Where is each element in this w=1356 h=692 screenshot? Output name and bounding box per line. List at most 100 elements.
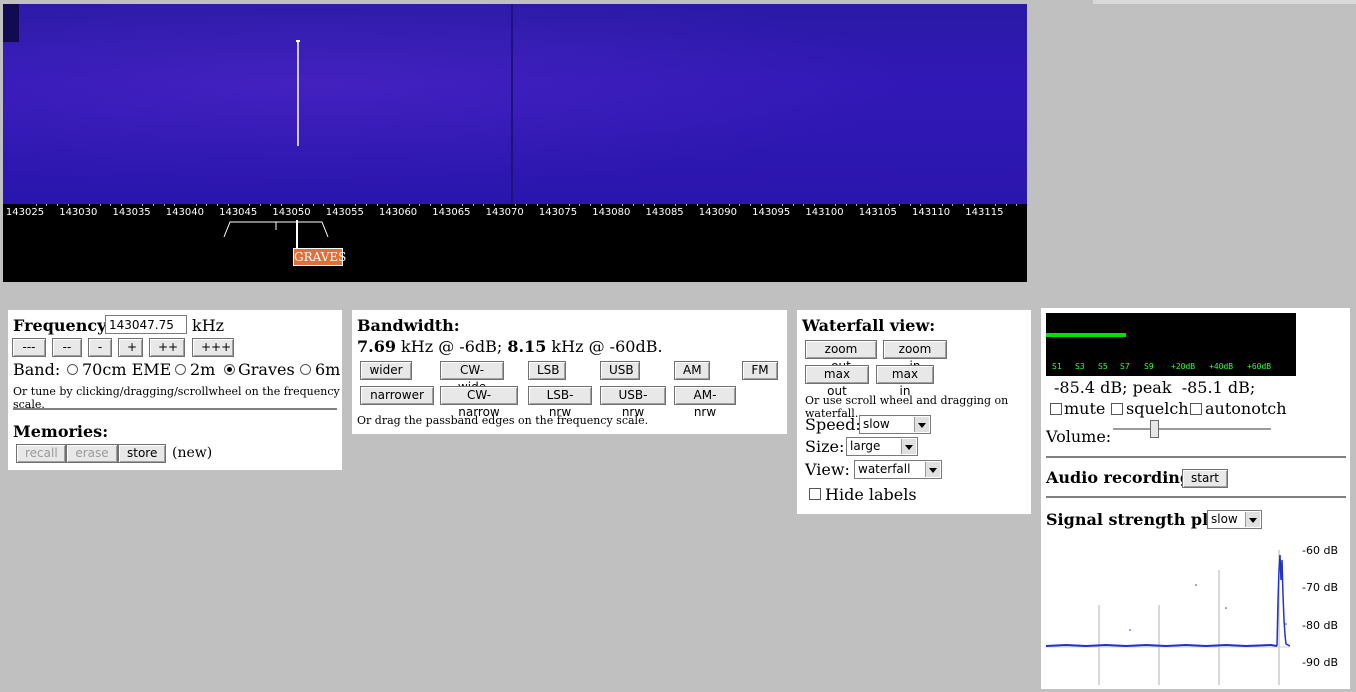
- band-graves-radio[interactable]: [224, 364, 235, 375]
- plot-dot-4: [1285, 623, 1287, 625]
- audio-recording-label: Audio recording:: [1046, 468, 1197, 487]
- view-select[interactable]: waterfall: [854, 460, 942, 479]
- max-in-button[interactable]: max in: [876, 365, 934, 398]
- scale-minor-tick: [707, 204, 709, 206]
- frequency-input[interactable]: [105, 315, 187, 334]
- passband-indicator[interactable]: [222, 220, 330, 238]
- scale-minor-tick: [920, 204, 922, 206]
- scale-tick-label: 143105: [858, 207, 897, 218]
- scale-minor-tick: [494, 204, 496, 206]
- frequency-panel: Frequency: kHz --- -- - + ++ +++ Band: 7…: [8, 310, 342, 470]
- signal-plot-graph: [1045, 550, 1291, 685]
- scale-minor-tick: [430, 204, 432, 206]
- memory-status: (new): [172, 445, 213, 461]
- scale-minor-tick: [526, 204, 528, 206]
- hide-labels-label: Hide labels: [825, 485, 917, 504]
- s-meter-label: S5: [1098, 362, 1108, 371]
- am-button[interactable]: AM: [674, 361, 710, 380]
- frequency-scale[interactable]: 143025 143030 143035 143040 143045 143050 1430…: [3, 204, 1029, 282]
- scale-minor-tick: [899, 204, 901, 206]
- hide-labels-checkbox[interactable]: [809, 488, 821, 500]
- step-up-2-button[interactable]: ++: [149, 338, 185, 357]
- db-label-70: -70 dB: [1302, 581, 1338, 594]
- scale-minor-tick: [675, 204, 677, 206]
- waterfall-center-line: [511, 4, 513, 204]
- scale-minor-tick: [334, 204, 336, 206]
- scale-minor-tick: [110, 204, 112, 206]
- usb-button[interactable]: USB: [600, 361, 640, 380]
- scale-minor-tick: [99, 204, 101, 206]
- squelch-checkbox[interactable]: [1111, 403, 1123, 415]
- scale-tick-label: 143025: [5, 207, 45, 218]
- narrower-button[interactable]: narrower: [360, 386, 434, 405]
- band-70cm-radio[interactable]: [67, 364, 78, 375]
- autonotch-checkbox[interactable]: [1190, 403, 1202, 415]
- store-button[interactable]: store: [118, 444, 166, 463]
- s-meter-label: +20dB: [1171, 362, 1196, 371]
- band-2m-radio[interactable]: [175, 364, 186, 375]
- max-out-button[interactable]: max out: [805, 365, 869, 398]
- scale-minor-tick: [963, 204, 965, 206]
- waterfall-display[interactable]: [3, 4, 1027, 204]
- scale-minor-tick: [760, 204, 762, 206]
- step-up-3-button[interactable]: +++: [192, 338, 234, 357]
- scale-tick-label: 143090: [698, 207, 737, 218]
- band-6m-radio[interactable]: [300, 364, 311, 375]
- audio-divider-2: [1046, 496, 1346, 498]
- step-down-2-button[interactable]: --: [52, 338, 82, 357]
- cw-narrow-button[interactable]: CW-narrow: [440, 386, 518, 419]
- scale-minor-tick: [845, 204, 847, 206]
- scale-minor-tick: [387, 204, 389, 206]
- recording-start-button[interactable]: start: [1182, 469, 1228, 488]
- scale-minor-tick: [1016, 204, 1018, 206]
- bw-6db-text: kHz @ -6dB;: [395, 337, 508, 356]
- scale-tick-label: 143110: [912, 207, 951, 218]
- scale-minor-tick: [803, 204, 805, 206]
- lsb-narrow-button[interactable]: LSB-nrw: [528, 386, 592, 419]
- cw-wide-button[interactable]: CW-wide: [440, 361, 504, 394]
- scale-minor-tick: [376, 204, 378, 206]
- size-select[interactable]: large: [846, 437, 918, 456]
- step-up-1-button[interactable]: +: [118, 338, 143, 357]
- chevron-down-icon: [914, 417, 929, 432]
- chevron-down-icon: [901, 439, 916, 454]
- zoom-in-button[interactable]: zoom in: [883, 340, 947, 373]
- scale-tick-label: 143065: [432, 207, 471, 218]
- scale-minor-tick: [792, 204, 794, 206]
- step-down-1-button[interactable]: -: [88, 338, 112, 357]
- fm-button[interactable]: FM: [742, 361, 778, 380]
- plot-dot-3: [1129, 629, 1131, 631]
- recall-button[interactable]: recall: [16, 444, 66, 463]
- db-label-60: -60 dB: [1302, 544, 1338, 557]
- band-label: Band:: [13, 360, 61, 379]
- mute-checkbox[interactable]: [1050, 403, 1062, 415]
- bw-60db-text: kHz @ -60dB.: [546, 337, 663, 356]
- erase-button[interactable]: erase: [66, 444, 118, 463]
- scale-minor-tick: [472, 204, 474, 206]
- am-narrow-button[interactable]: AM-nrw: [674, 386, 736, 419]
- scale-minor-tick: [973, 204, 975, 206]
- waterfall-signal-top: [296, 40, 300, 42]
- bw-6db-value: 7.69: [357, 337, 396, 356]
- graves-marker[interactable]: GRAVES: [293, 248, 346, 266]
- bw-60db-value: 8.15: [507, 337, 547, 356]
- volume-thumb[interactable]: [1150, 420, 1160, 438]
- plot-speed-value: slow: [1211, 512, 1238, 526]
- volume-slider[interactable]: [1113, 420, 1271, 440]
- band-2m-label: 2m: [190, 360, 216, 379]
- wider-button[interactable]: wider: [360, 361, 412, 380]
- scale-tick-label: 143040: [165, 207, 204, 218]
- plot-speed-select[interactable]: slow: [1207, 510, 1262, 529]
- scale-tick-label: 143080: [592, 207, 631, 218]
- speed-select[interactable]: slow: [859, 415, 931, 434]
- speed-value: slow: [863, 417, 890, 431]
- zoom-out-button[interactable]: zoom out: [805, 340, 877, 373]
- usb-narrow-button[interactable]: USB-nrw: [600, 386, 666, 419]
- s-meter-label: S3: [1075, 362, 1085, 371]
- lsb-button[interactable]: LSB: [528, 361, 566, 380]
- scale-minor-tick: [781, 204, 783, 206]
- step-down-3-button[interactable]: ---: [12, 338, 46, 357]
- view-label: View:: [805, 460, 850, 479]
- scale-tick-label: 143055: [325, 207, 364, 218]
- scale-tick-label: 143070: [485, 207, 524, 218]
